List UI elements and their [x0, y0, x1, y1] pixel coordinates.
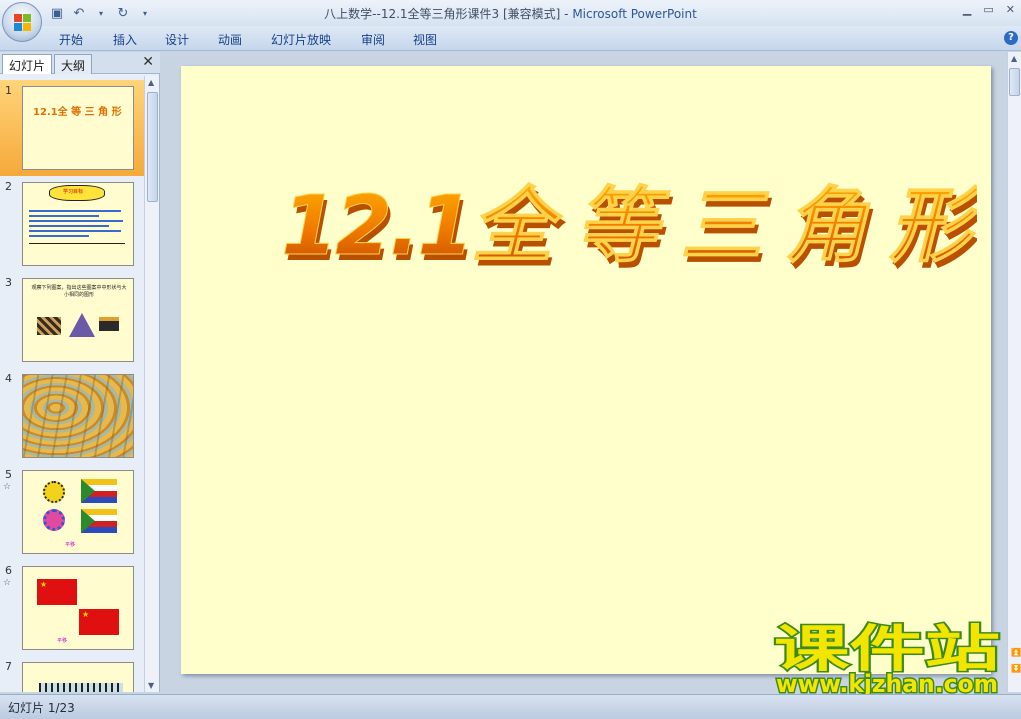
ribbon-tabs: 开始 插入 设计 动画 幻灯片放映 审阅 视图 [0, 26, 1021, 51]
thumbnail-slide-2[interactable]: 2 学习目标 [0, 176, 144, 272]
flag-image-1 [81, 479, 117, 503]
thumbnail-caption: 观察下列图案，指出这些图案中中形状与大小相同的图形 [31, 285, 127, 298]
scrollbar-thumb[interactable] [147, 92, 158, 202]
thumbnail-slide-1[interactable]: 1 12.1全 等 三 角 形 [0, 80, 144, 176]
building-image [39, 683, 123, 692]
slide-thumbnails: 1 12.1全 等 三 角 形 2 学习目标 3 观察下列图案，指出这些图案中中… [0, 76, 144, 692]
office-logo-icon [14, 14, 32, 32]
title-bar: ▣ ↶ ▾ ↻ ▾ 八上数学--12.1全等三角形课件3 [兼容模式] - Mi… [0, 0, 1021, 26]
tab-review[interactable]: 审阅 [361, 31, 385, 48]
fish-tessellation-image [23, 375, 133, 457]
office-button[interactable] [2, 2, 42, 42]
window-controls: ▁ ▭ ✕ [963, 3, 1015, 16]
animation-icon: ☆ [3, 578, 12, 588]
tab-animations[interactable]: 动画 [218, 31, 242, 48]
thumbnail-slide-5[interactable]: 5 ☆ 平移 [0, 464, 144, 560]
wordart-title-text: 12.1全 等 三 角 形 [281, 179, 977, 272]
thumbnail-slide-4[interactable]: 4 [0, 368, 144, 464]
watermark-url: www.kjzhan.com [776, 670, 998, 696]
slide-editing-area: 12.1全 等 三 角 形 12.1全 等 三 角 形 [162, 52, 1007, 692]
close-window-icon[interactable]: ✕ [1006, 3, 1015, 16]
current-slide[interactable]: 12.1全 等 三 角 形 12.1全 等 三 角 形 [181, 66, 991, 674]
thumbnail-preview: ★ ★ 平移 [22, 566, 134, 650]
tab-design[interactable]: 设计 [165, 31, 189, 48]
thumbnail-preview [22, 662, 134, 692]
document-title: 八上数学--12.1全等三角形课件3 [兼容模式] [324, 7, 561, 21]
next-slide-icon[interactable]: ⏬ [1011, 664, 1021, 673]
watermark-logo: 课件站 www.kjzhan.com [772, 619, 1004, 700]
china-flag-image-1: ★ [37, 579, 77, 605]
slide-title[interactable]: 12.1全 等 三 角 形 12.1全 等 三 角 形 [277, 162, 987, 281]
wordart-title: 12.1全 等 三 角 形 12.1全 等 三 角 形 [281, 179, 987, 281]
scrollbar-thumb[interactable] [1009, 68, 1020, 96]
sun-shape-2 [43, 509, 65, 531]
status-bar: 幻灯片 1/23 [0, 694, 1021, 719]
thumbnail-caption: 平移 [57, 638, 68, 644]
tab-home[interactable]: 开始 [59, 31, 83, 48]
scroll-down-icon[interactable]: ▼ [148, 681, 154, 690]
minimize-icon[interactable]: ▁ [963, 3, 971, 16]
thumbnail-preview: 观察下列图案，指出这些图案中中形状与大小相同的图形 [22, 278, 134, 362]
thumbnail-title: 12.1全 等 三 角 形 [33, 107, 122, 118]
close-panel-icon[interactable]: ✕ [142, 54, 154, 70]
slide-counter: 幻灯片 1/23 [8, 701, 75, 715]
tab-view[interactable]: 视图 [413, 31, 437, 48]
thumbnail-scrollbar[interactable]: ▲ ▼ [144, 76, 159, 692]
thumbnail-slide-3[interactable]: 3 观察下列图案，指出这些图案中中形状与大小相同的图形 [0, 272, 144, 368]
pattern-image-3 [99, 317, 119, 331]
help-icon[interactable]: ? [1004, 31, 1018, 45]
tab-slide-show[interactable]: 幻灯片放映 [271, 31, 331, 48]
animation-icon: ☆ [3, 482, 12, 492]
slides-panel: 幻灯片 大纲 ✕ 1 12.1全 等 三 角 形 2 学习目标 3 观察下列图案… [0, 52, 160, 692]
slide-scrollbar[interactable]: ▲ ⏫ ⏬ [1007, 52, 1021, 692]
scroll-up-icon[interactable]: ▲ [1011, 54, 1017, 63]
thumbnail-slide-7[interactable]: 7 [0, 656, 144, 692]
thumbnail-preview: 学习目标 [22, 182, 134, 266]
app-name: Microsoft PowerPoint [572, 7, 697, 21]
tab-insert[interactable]: 插入 [113, 31, 137, 48]
window-title: 八上数学--12.1全等三角形课件3 [兼容模式] - Microsoft Po… [324, 7, 697, 21]
tab-outline[interactable]: 大纲 [54, 54, 93, 74]
thumbnail-slide-6[interactable]: 6 ☆ ★ ★ 平移 [0, 560, 144, 656]
thumbnail-text-lines [29, 207, 125, 244]
scroll-up-icon[interactable]: ▲ [148, 78, 154, 87]
panel-tabs: 幻灯片 大纲 ✕ [0, 52, 160, 74]
previous-slide-icon[interactable]: ⏫ [1011, 648, 1021, 657]
thumbnail-caption: 平移 [65, 542, 76, 548]
thumbnail-preview: 12.1全 等 三 角 形 [22, 86, 134, 170]
triangle-pattern-image [69, 313, 95, 337]
flag-image-2 [81, 509, 117, 533]
china-flag-image-2: ★ [79, 609, 119, 635]
tab-slides[interactable]: 幻灯片 [2, 54, 53, 74]
thumbnail-preview: 平移 [22, 470, 134, 554]
thumbnail-badge: 学习目标 [63, 189, 84, 195]
thumbnail-preview [22, 374, 134, 458]
maximize-icon[interactable]: ▭ [983, 3, 993, 16]
pattern-image-1 [37, 317, 61, 335]
sun-shape-1 [43, 481, 65, 503]
